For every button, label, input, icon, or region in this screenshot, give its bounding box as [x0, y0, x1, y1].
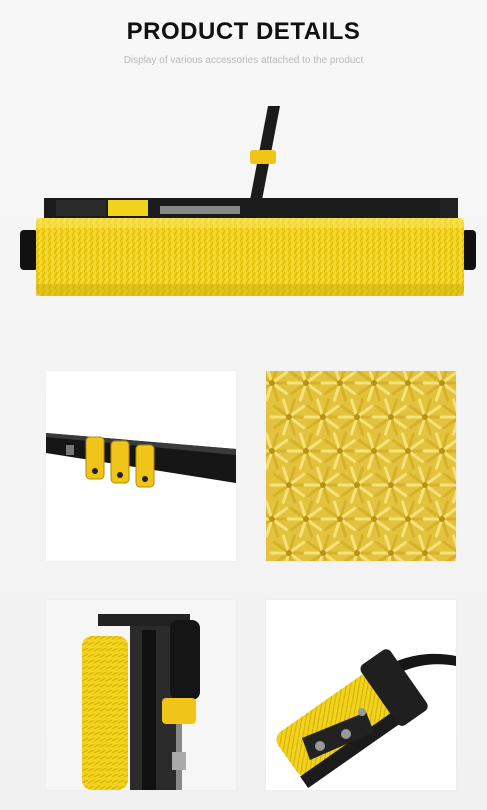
hero-brush-illustration [20, 106, 476, 296]
brush-side-view-image [46, 600, 236, 790]
water-connector [108, 200, 148, 216]
page-title: PRODUCT DETAILS [126, 18, 361, 45]
hero-brush-image [0, 98, 487, 318]
bristles-closeup-image [266, 371, 456, 561]
brush-angled-view-image [266, 600, 456, 790]
page-subtitle: Display of various accessories attached … [123, 55, 364, 66]
pole-clamp [250, 150, 276, 164]
product-details-page: PRODUCT DETAILS Display of various acces… [0, 0, 487, 810]
brush-frame [44, 198, 458, 218]
pole-clamps-image [46, 371, 236, 561]
